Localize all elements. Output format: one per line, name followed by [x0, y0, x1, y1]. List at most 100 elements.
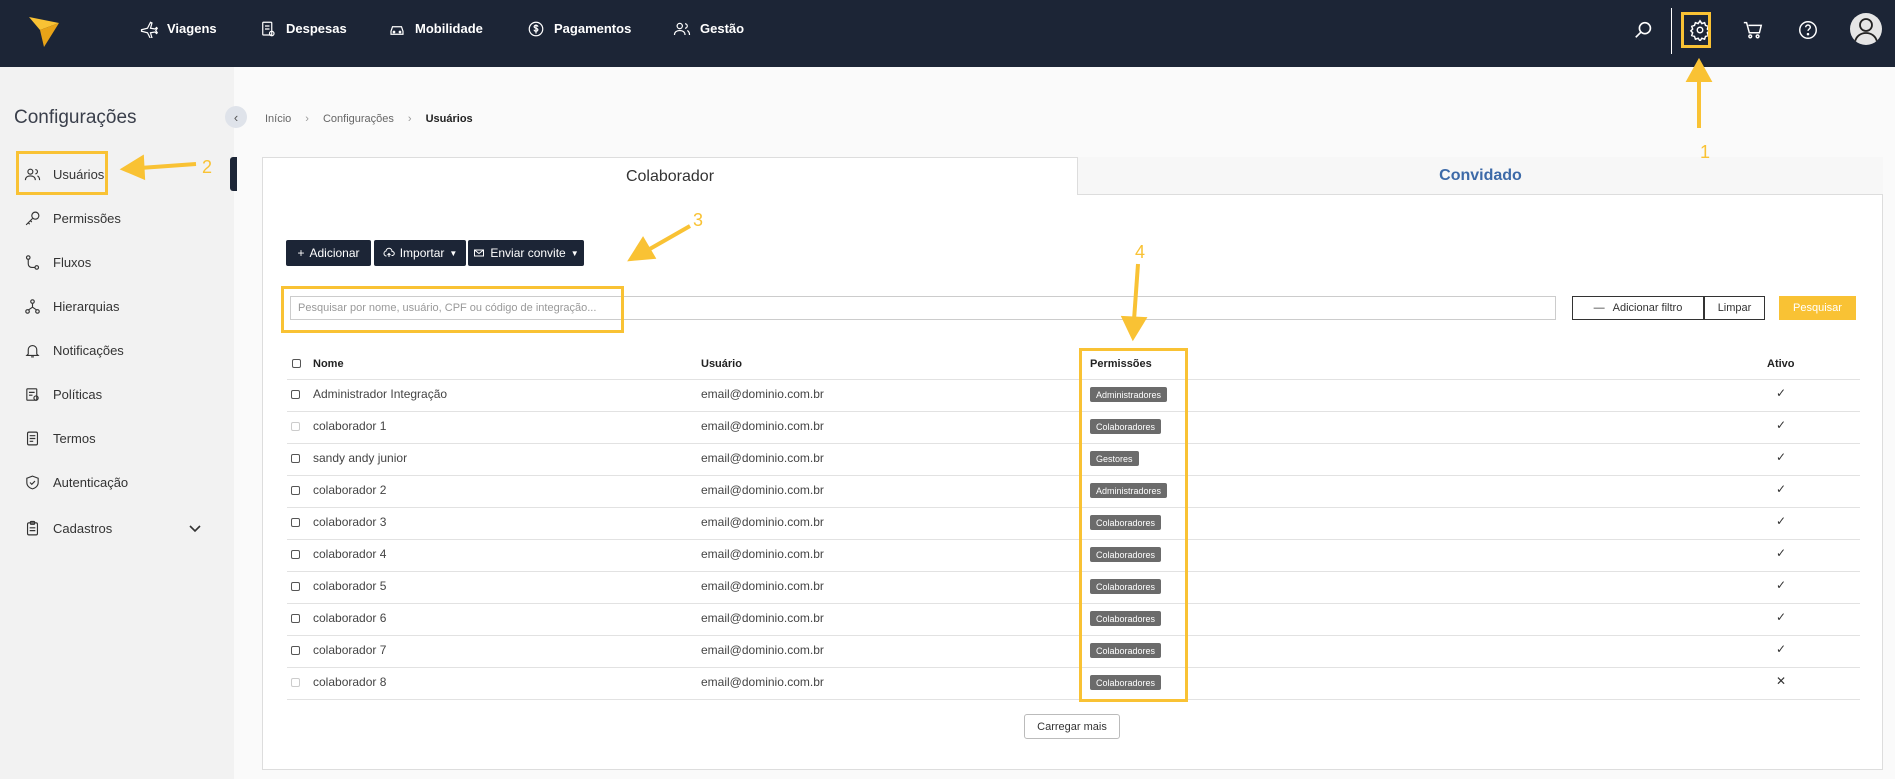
cart-icon[interactable]: [1742, 19, 1764, 41]
avatar[interactable]: [1850, 13, 1882, 45]
table-row[interactable]: colaborador 6 email@dominio.com.br Colabor…: [287, 604, 1860, 636]
policy-icon: [26, 387, 39, 401]
column-header-name[interactable]: Nome: [313, 358, 344, 370]
sidebar-item-autenticacao[interactable]: Autenticação: [24, 467, 128, 497]
sidebar-item-label: Notificações: [53, 342, 124, 358]
import-button[interactable]: Importar ▼: [374, 240, 466, 266]
search-button[interactable]: Pesquisar: [1779, 296, 1856, 320]
select-all-checkbox[interactable]: [292, 359, 301, 368]
cell-user: email@dominio.com.br: [701, 547, 824, 561]
annotation-number: 4: [1135, 242, 1146, 262]
sidebar-title: Configurações: [14, 107, 137, 128]
sidebar-item-permissoes[interactable]: Permissões: [24, 203, 121, 233]
clear-button[interactable]: Limpar: [1704, 296, 1765, 320]
load-more-button[interactable]: Carregar mais: [1024, 714, 1120, 739]
sidebar-item-label: Cadastros: [53, 520, 113, 536]
column-header-user[interactable]: Usuário: [701, 358, 742, 370]
logo-icon[interactable]: [26, 13, 62, 49]
top-navbar: Viagens Despesas Mobilidade Pagamentos G…: [0, 0, 1895, 67]
annotation-number: 1: [1700, 142, 1711, 162]
table-row[interactable]: colaborador 7 email@dominio.com.br Colabor…: [287, 636, 1860, 668]
table-row[interactable]: colaborador 5 email@dominio.com.br Colabor…: [287, 572, 1860, 604]
active-status-icon: ✓: [1776, 482, 1787, 496]
row-checkbox[interactable]: [291, 614, 300, 623]
plus-icon: +: [297, 246, 305, 260]
tab-colaborador[interactable]: Colaborador: [262, 157, 1078, 195]
active-status-icon: ✓: [1776, 514, 1787, 528]
active-status-icon: ✓: [1776, 418, 1787, 432]
tab-convidado[interactable]: Convidado: [1078, 157, 1883, 195]
sidebar-item-label: Autenticação: [53, 474, 129, 490]
sidebar-item-label: Termos: [53, 430, 96, 446]
table-row[interactable]: colaborador 1 email@dominio.com.br Colabor…: [287, 412, 1860, 444]
row-checkbox[interactable]: [291, 486, 300, 495]
nav-despesas[interactable]: Despesas: [259, 0, 347, 57]
active-status-icon: ✓: [1776, 578, 1787, 592]
row-checkbox[interactable]: [291, 582, 300, 591]
sidebar-item-politicas[interactable]: Políticas: [24, 379, 102, 409]
caret-down-icon: ▼: [570, 248, 579, 258]
row-checkbox[interactable]: [291, 422, 300, 431]
row-checkbox[interactable]: [291, 390, 300, 399]
sidebar-item-label: Fluxos: [53, 254, 92, 270]
breadcrumb-home[interactable]: Início: [265, 113, 291, 125]
send-invite-label: Enviar convite: [490, 246, 566, 260]
nav-mobilidade[interactable]: Mobilidade: [388, 0, 483, 57]
add-filter-button[interactable]: — Adicionar filtro: [1572, 296, 1704, 320]
document-icon: [26, 431, 39, 445]
row-checkbox[interactable]: [291, 646, 300, 655]
search-button-label: Pesquisar: [1793, 302, 1842, 314]
annotation-box-permissions: [1079, 348, 1188, 702]
column-header-active[interactable]: Ativo: [1767, 358, 1795, 370]
sidebar-item-notificacoes[interactable]: Notificações: [24, 335, 124, 365]
nav-gestao[interactable]: Gestão: [673, 0, 744, 57]
row-checkbox[interactable]: [291, 678, 300, 687]
plane-icon: [140, 20, 158, 38]
table-row[interactable]: sandy andy junior email@dominio.com.br Ges…: [287, 444, 1860, 476]
active-status-icon: ✓: [1776, 642, 1787, 656]
breadcrumb: Início › Configurações › Usuários: [265, 113, 473, 125]
table-row[interactable]: colaborador 8 email@dominio.com.br Colabor…: [287, 668, 1860, 700]
table-row[interactable]: colaborador 4 email@dominio.com.br Colabor…: [287, 540, 1860, 572]
cell-name: colaborador 5: [313, 579, 387, 593]
sidebar-item-termos[interactable]: Termos: [24, 423, 96, 453]
annotation-box-settings: [1681, 12, 1711, 48]
nav-label: Viagens: [167, 21, 217, 36]
send-invite-button[interactable]: Enviar convite ▼: [468, 240, 584, 266]
nav-label: Gestão: [700, 21, 745, 36]
table-row[interactable]: colaborador 2 email@dominio.com.br Adminis…: [287, 476, 1860, 508]
sidebar-item-cadastros[interactable]: Cadastros: [24, 513, 112, 543]
cell-user: email@dominio.com.br: [701, 387, 824, 401]
import-button-label: Importar: [399, 246, 445, 260]
chevron-down-icon[interactable]: [188, 521, 202, 535]
cell-name: Administrador Integração: [313, 387, 448, 401]
sidebar-item-hierarquias[interactable]: Hierarquias: [24, 291, 119, 321]
hierarchy-icon: [25, 298, 40, 314]
help-icon[interactable]: [1797, 19, 1819, 41]
clear-label: Limpar: [1717, 302, 1752, 314]
search-icon[interactable]: [1633, 19, 1655, 41]
row-checkbox[interactable]: [291, 518, 300, 527]
add-button[interactable]: + Adicionar: [286, 240, 371, 266]
table-row[interactable]: colaborador 3 email@dominio.com.br Colabor…: [287, 508, 1860, 540]
breadcrumb-settings[interactable]: Configurações: [323, 113, 394, 125]
cell-name: sandy andy junior: [313, 451, 408, 465]
collapse-sidebar-button[interactable]: ‹: [225, 106, 247, 128]
cell-user: email@dominio.com.br: [701, 579, 824, 593]
cell-user: email@dominio.com.br: [701, 483, 824, 497]
row-checkbox[interactable]: [291, 550, 300, 559]
annotation-number: 2: [202, 157, 213, 177]
car-icon: [390, 25, 404, 35]
table-row[interactable]: Administrador Integração email@dominio.co…: [287, 380, 1860, 412]
cell-name: colaborador 3: [313, 515, 387, 529]
user-avatar-icon: [1854, 18, 1878, 43]
nav-viagens[interactable]: Viagens: [140, 0, 217, 57]
chevron-left-icon: ‹: [233, 109, 239, 125]
annotation-box-users: [16, 151, 108, 195]
sidebar-item-label: Políticas: [53, 386, 103, 402]
clipboard-icon: [26, 520, 39, 535]
row-checkbox[interactable]: [291, 454, 300, 463]
nav-pagamentos[interactable]: Pagamentos: [527, 0, 631, 57]
sidebar-item-fluxos[interactable]: Fluxos: [24, 247, 91, 277]
receipt-icon: [262, 21, 275, 36]
